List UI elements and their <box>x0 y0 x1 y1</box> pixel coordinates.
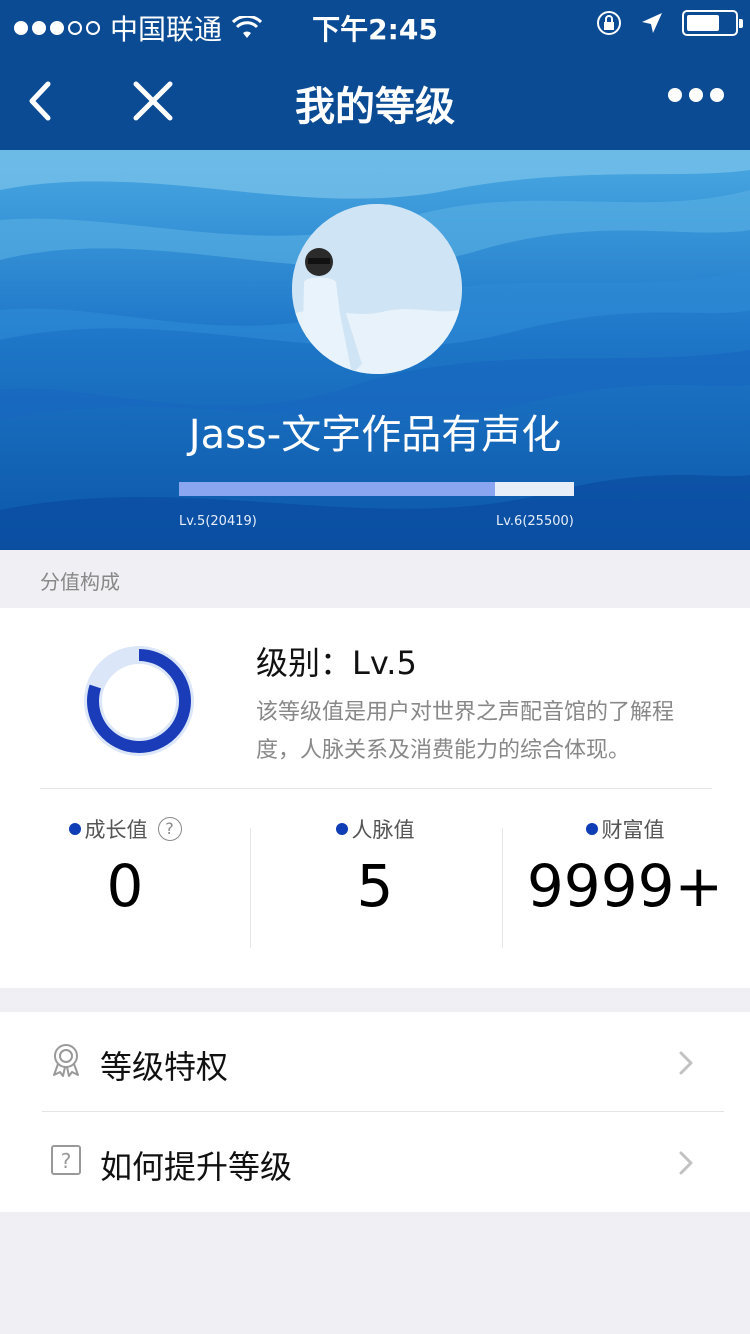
bullet-icon <box>68 823 81 835</box>
level-ring-chart <box>84 646 194 756</box>
stat-wealth-value: 9999+ <box>526 852 724 920</box>
more-icon[interactable] <box>668 88 724 102</box>
avatar-photo <box>292 204 462 374</box>
stat-network-label-text: 人脉值 <box>351 818 415 842</box>
rotation-lock-icon <box>597 11 621 35</box>
next-level-label: Lv.6(25500) <box>496 514 574 529</box>
section-title: 分值构成 <box>40 570 120 594</box>
bullet-icon <box>335 823 348 835</box>
stat-growth: 成长值 ? 0 <box>0 788 250 958</box>
menu-item-level-privileges[interactable]: 等级特权 <box>0 1012 750 1112</box>
chevron-right-icon <box>679 1151 693 1175</box>
stat-growth-label: 成长值 ? <box>0 814 250 844</box>
location-icon <box>642 13 662 33</box>
level-progress-fill <box>179 482 495 496</box>
level-description: 该等级值是用户对世界之声配音馆的了解程度，人脉关系及消费能力的综合体现。 <box>256 700 675 763</box>
chevron-right-icon <box>679 1051 693 1075</box>
level-progress-bar <box>179 482 574 496</box>
status-right <box>596 10 743 36</box>
menu-list: 等级特权 ? 如何提升等级 <box>0 1012 750 1212</box>
nav-bar: 我的等级 <box>0 50 750 150</box>
svg-text:?: ? <box>61 1149 72 1173</box>
avatar[interactable] <box>292 204 462 374</box>
stat-wealth-label: 财富值 <box>500 814 750 844</box>
menu-item-label: 等级特权 <box>100 1048 229 1086</box>
stat-network-value: 5 <box>356 852 394 920</box>
current-level-label: Lv.5(20419) <box>179 514 257 529</box>
stat-wealth: 财富值 9999+ <box>500 788 750 958</box>
stat-network: 人脉值 5 <box>250 788 500 958</box>
bullet-icon <box>585 823 598 835</box>
level-card: 级别：Lv.5 该等级值是用户对世界之声配音馆的了解程度，人脉关系及消费能力的综… <box>0 608 750 988</box>
medal-icon <box>53 1044 79 1077</box>
profile-hero: Jass-文字作品有声化 Lv.5(20419) Lv.6(25500) <box>0 150 750 550</box>
status-bar: 中国联通 下午2:45 <box>0 0 750 50</box>
stat-network-label: 人脉值 <box>250 814 500 844</box>
username: Jass-文字作品有声化 <box>188 412 562 458</box>
stat-growth-label-text: 成长值 <box>84 818 148 842</box>
page-title: 我的等级 <box>295 84 455 130</box>
menu-item-label: 如何提升等级 <box>100 1148 293 1186</box>
help-icon[interactable]: ? <box>157 817 182 841</box>
battery-icon <box>682 10 743 36</box>
menu-item-how-to-level-up[interactable]: ? 如何提升等级 <box>0 1112 750 1212</box>
level-title: 级别：Lv.5 <box>256 644 417 682</box>
stat-growth-value: 0 <box>106 852 144 920</box>
stat-wealth-label-text: 财富值 <box>601 818 665 842</box>
top-bar: 中国联通 下午2:45 我的等级 <box>0 0 750 150</box>
stats-row: 成长值 ? 0 人脉值 5 财富值 9999+ <box>0 788 750 988</box>
question-box-icon: ? <box>51 1145 81 1175</box>
